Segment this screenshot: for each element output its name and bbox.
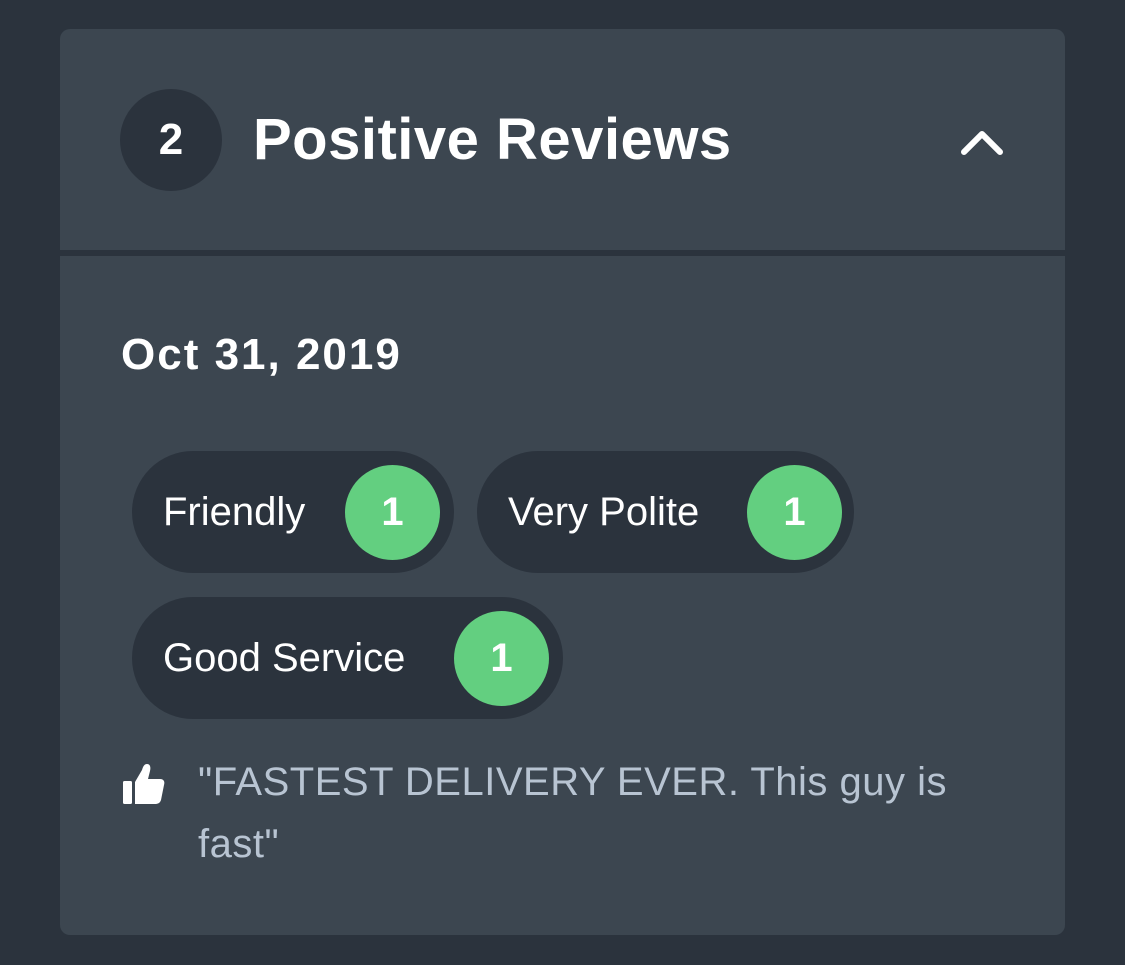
tag-good-service[interactable]: Good Service 1 — [132, 597, 563, 719]
review-count-badge: 2 — [120, 89, 222, 191]
thumbs-up-icon — [123, 764, 165, 804]
tag-very-polite[interactable]: Very Polite 1 — [477, 451, 854, 573]
review-quote: "FASTEST DELIVERY EVER. This guy is fast… — [198, 760, 948, 866]
tag-label: Friendly — [163, 490, 306, 534]
positive-reviews-header[interactable]: 2 Positive Reviews — [60, 29, 1065, 250]
section-title: Positive Reviews — [253, 107, 732, 172]
header-divider — [60, 250, 1065, 256]
tag-count-badge: 1 — [747, 465, 842, 560]
tag-label: Very Polite — [508, 490, 700, 534]
review-date: Oct 31, 2019 — [121, 330, 402, 379]
tag-label: Good Service — [163, 636, 406, 680]
positive-reviews-card: 2 Positive Reviews Oct 31, 2019 Friendly… — [60, 29, 1065, 935]
tag-count-badge: 1 — [345, 465, 440, 560]
chevron-up-icon[interactable] — [952, 119, 1012, 163]
tag-count-badge: 1 — [454, 611, 549, 706]
tag-friendly[interactable]: Friendly 1 — [132, 451, 454, 573]
